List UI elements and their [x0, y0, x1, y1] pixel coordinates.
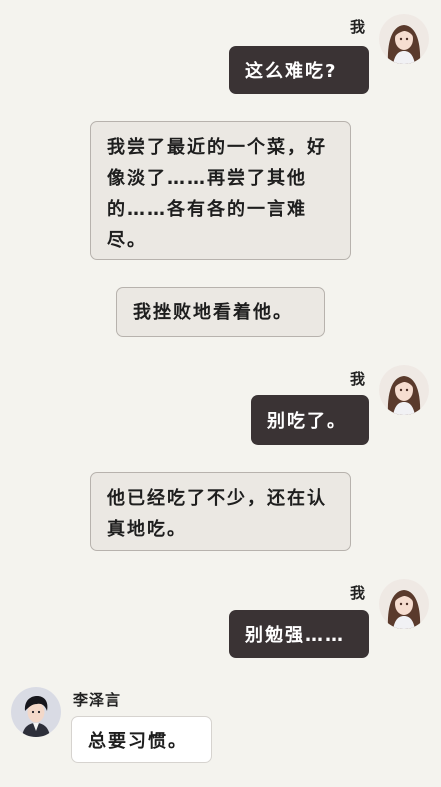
- speaker-name-partner: 李泽言: [73, 691, 122, 709]
- female-avatar-icon[interactable]: [379, 579, 429, 629]
- male-avatar-icon[interactable]: [11, 687, 61, 737]
- player-message-bubble: 这么难吃?: [229, 46, 369, 94]
- partner-message-bubble: 总要习惯。: [71, 716, 212, 763]
- player-message-bubble: 别吃了。: [251, 395, 369, 445]
- narration-bubble: 他已经吃了不少，还在认真地吃。: [90, 472, 351, 551]
- female-avatar-icon[interactable]: [379, 14, 429, 64]
- player-message-bubble: 别勉强……: [229, 610, 369, 658]
- speaker-name-me: 我: [350, 584, 367, 602]
- narration-bubble: 我尝了最近的一个菜，好像淡了……再尝了其他的……各有各的一言难尽。: [90, 121, 351, 260]
- speaker-name-me: 我: [350, 18, 367, 36]
- female-avatar-icon[interactable]: [379, 365, 429, 415]
- narration-bubble: 我挫败地看着他。: [116, 287, 325, 337]
- speaker-name-me: 我: [350, 370, 367, 388]
